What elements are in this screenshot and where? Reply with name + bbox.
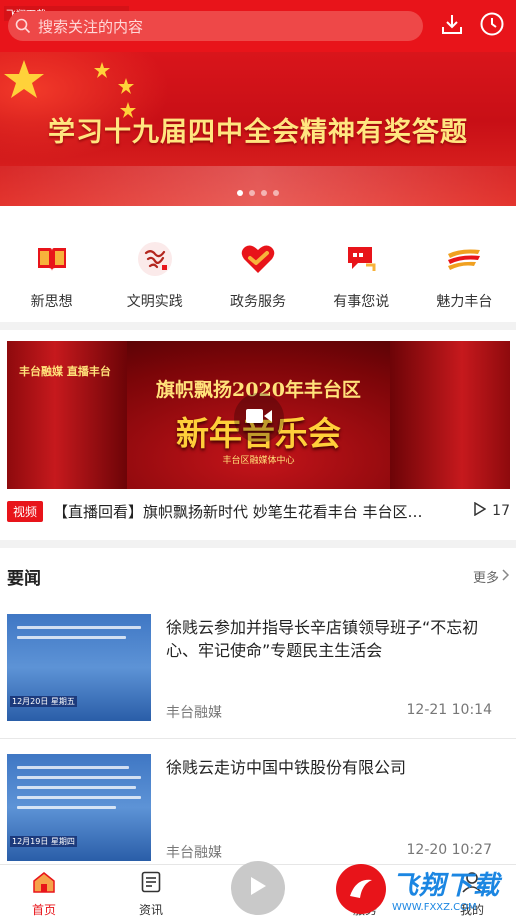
quick-entry-wenmingshijian[interactable]: 文明实践: [103, 230, 206, 316]
top-bar: 飞翔下载 www.FXXZ.com 搜索关注的内容: [0, 0, 516, 52]
play-icon: [474, 501, 487, 520]
news-title[interactable]: 徐贱云走访中国中铁股份有限公司: [166, 756, 502, 779]
document-icon: [141, 871, 161, 897]
banner-carousel[interactable]: 学习十九届四中全会精神有奖答题: [0, 52, 516, 206]
video-camera-icon: [246, 407, 272, 429]
center-play-button[interactable]: [231, 861, 285, 915]
search-icon: [8, 18, 38, 34]
chat-icon: [340, 238, 382, 280]
more-label: 更多: [472, 571, 499, 586]
video-info-row[interactable]: 视频 【直播回看】旗帜飘扬新时代 妙笔生花看丰台 丰台区… 17: [7, 499, 510, 523]
news-source: 丰台融媒: [166, 705, 222, 721]
news-section-header: 要闻 更多: [0, 558, 516, 594]
heart-icon: [237, 238, 279, 280]
quick-entry-label: 魅力丰台: [436, 294, 493, 310]
search-input[interactable]: 搜索关注的内容: [8, 11, 423, 41]
news-thumbnail: 12月20日 星期五: [7, 614, 151, 721]
video-title[interactable]: 【直播回看】旗帜飘扬新时代 妙笔生花看丰台 丰台区…: [53, 501, 448, 522]
thumbnail-line: [17, 636, 127, 639]
news-title[interactable]: 徐贱云参加并指导长辛店镇领导班子“不忘初心、牢记使命”专题民主生活会: [166, 616, 502, 662]
watermark-bottom-right: 飞翔下载 WWW.FXXZ.COM: [336, 858, 516, 920]
home-icon: [32, 871, 56, 897]
watermark-logo-icon: [336, 864, 386, 914]
video-footer: 丰台区融媒体中心: [222, 456, 295, 466]
section-separator: [0, 322, 516, 330]
quick-entry-label: 文明实践: [126, 294, 183, 310]
thumbnail-stamp: 12月19日 星期四: [10, 836, 77, 847]
list-divider: [0, 738, 516, 739]
thumbnail-line: [17, 786, 137, 789]
quick-entry-zhengwufuwu[interactable]: 政务服务: [206, 230, 309, 316]
quick-entry-label: 政务服务: [230, 294, 286, 310]
banner-title: 学习十九届四中全会精神有奖答题: [48, 117, 468, 148]
video-badge: 视频: [7, 500, 44, 522]
quick-entry-youshininshuo[interactable]: 有事您说: [310, 230, 413, 316]
tab-label: 首页: [31, 903, 56, 917]
carousel-dot[interactable]: [237, 190, 243, 196]
download-button[interactable]: [436, 10, 468, 42]
watermark-text: 飞翔下载 WWW.FXXZ.COM: [392, 865, 500, 913]
news-thumbnail: 12月19日 星期四: [7, 754, 151, 861]
quick-entry-xinsixiang[interactable]: 新思想: [0, 230, 103, 316]
download-icon: [440, 12, 464, 40]
more-link[interactable]: 更多: [473, 567, 510, 586]
chevron-right-icon: [502, 568, 510, 585]
section-separator: [0, 540, 516, 548]
thumbnail-line: [17, 806, 117, 809]
ribbon-icon: [443, 238, 485, 280]
thumbnail-line: [17, 776, 141, 779]
news-item[interactable]: 12月20日 星期五 徐贱云参加并指导长辛店镇领导班子“不忘初心、牢记使命”专题…: [0, 614, 516, 738]
clock-icon: [479, 11, 505, 41]
play-icon: [249, 876, 267, 900]
thumbnail-line: [17, 796, 141, 799]
carousel-dot[interactable]: [249, 190, 255, 196]
watermark-url: WWW.FXXZ.COM: [392, 902, 477, 913]
book-icon: [31, 238, 73, 280]
thumbnail-text-lines: [17, 766, 141, 816]
news-time: 12-20 10:27: [406, 842, 492, 858]
search-placeholder: 搜索关注的内容: [38, 17, 144, 36]
carousel-dot[interactable]: [261, 190, 267, 196]
quick-entry-label: 新思想: [30, 294, 73, 310]
quick-entry-meilifengtai[interactable]: 魅力丰台: [413, 230, 516, 316]
watermark-name: 飞翔下载: [392, 871, 501, 901]
thumbnail-stamp: 12月20日 星期五: [10, 696, 77, 707]
video-play-button[interactable]: [234, 393, 284, 443]
carousel-dots: [0, 190, 516, 196]
history-button[interactable]: [476, 10, 508, 42]
thumbnail-text-lines: [17, 626, 141, 646]
quick-entry-label: 有事您说: [333, 294, 390, 310]
play-count: 17: [474, 501, 510, 520]
news-source: 丰台融媒: [166, 845, 222, 861]
tab-news[interactable]: 资讯: [116, 871, 186, 918]
thumbnail-line: [17, 626, 141, 629]
calligraphy-icon: [134, 238, 176, 280]
tab-label: 资讯: [138, 903, 163, 917]
play-count-value: 17: [492, 503, 510, 519]
section-title: 要闻: [7, 569, 41, 589]
banner-wave: [0, 166, 516, 206]
tab-home[interactable]: 首页: [9, 871, 79, 918]
carousel-dot[interactable]: [273, 190, 279, 196]
video-thumbnail[interactable]: 丰台融媒 直播丰台 旗帜飘扬2020年丰台区 新年音乐会 丰台区融媒体中心: [7, 341, 510, 489]
news-time: 12-21 10:14: [406, 702, 492, 718]
quick-entries: 新思想 文明实践 政务服务 有事您说 魅力丰台: [0, 230, 516, 316]
thumbnail-line: [17, 766, 129, 769]
